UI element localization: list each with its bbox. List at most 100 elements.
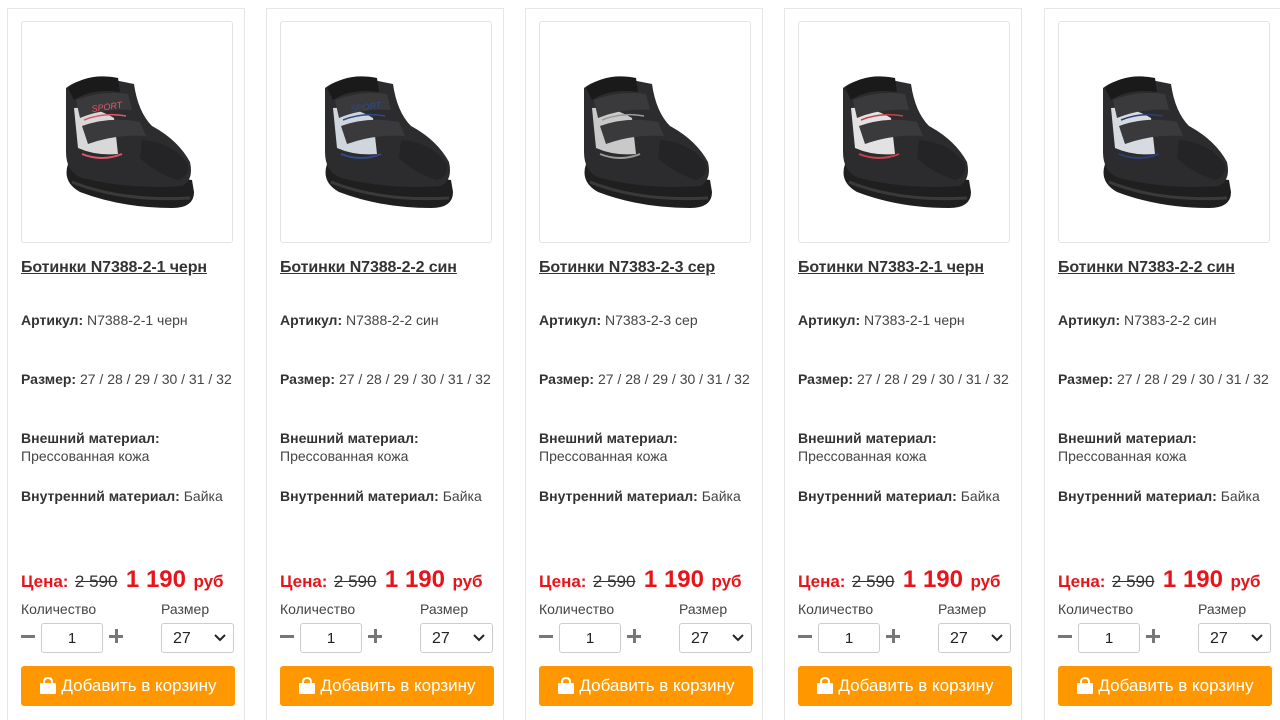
inner-material-label: Внутренний материал: <box>539 488 698 504</box>
inner-material-label: Внутренний материал: <box>280 488 439 504</box>
product-title[interactable]: Ботинки N7388-2-1 черн <box>21 259 243 277</box>
price-label: Цена: <box>280 572 328 591</box>
sizes-value: 27 / 28 / 29 / 30 / 31 / 32 <box>856 371 1009 387</box>
shopping-bag-icon <box>299 677 316 694</box>
new-price: 1 190 <box>643 566 704 593</box>
minus-icon[interactable] <box>539 635 553 638</box>
add-to-cart-label: Добавить в корзину <box>320 676 476 695</box>
product-price: Цена: 2 590 1 190 руб <box>539 566 742 594</box>
product-article: Артикул: N7383-2-1 черн <box>798 311 1014 329</box>
price-currency: руб <box>970 572 1001 591</box>
quantity-input[interactable] <box>818 623 880 653</box>
new-price: 1 190 <box>384 566 445 593</box>
product-title[interactable]: Ботинки N7388-2-2 син <box>280 259 502 277</box>
product-article: Артикул: N7383-2-3 сер <box>539 311 755 329</box>
product-image[interactable] <box>1058 21 1270 243</box>
product-sizes: Размер: 27 / 28 / 29 / 30 / 31 / 32 <box>798 370 1014 388</box>
add-to-cart-label: Добавить в корзину <box>579 676 735 695</box>
product-sizes: Размер: 27 / 28 / 29 / 30 / 31 / 32 <box>539 370 755 388</box>
size-select[interactable]: 27 <box>1198 623 1271 653</box>
product-title[interactable]: Ботинки N7383-2-2 син <box>1058 259 1280 277</box>
add-to-cart-label: Добавить в корзину <box>61 676 217 695</box>
quantity-input[interactable] <box>300 623 362 653</box>
shopping-bag-icon <box>1077 677 1094 694</box>
product-image[interactable]: SPORT <box>280 21 492 243</box>
product-outer-material: Внешний материал: Прессованная кожа <box>539 429 755 465</box>
add-to-cart-button[interactable]: Добавить в корзину <box>21 666 235 706</box>
product-sizes: Размер: 27 / 28 / 29 / 30 / 31 / 32 <box>280 370 496 388</box>
plus-icon[interactable] <box>1146 629 1160 643</box>
add-to-cart-button[interactable]: Добавить в корзину <box>539 666 753 706</box>
chevron-down-icon <box>473 634 485 642</box>
sizes-label: Размер: <box>1058 371 1114 387</box>
shopping-bag-icon <box>817 677 834 694</box>
old-price: 2 590 <box>592 572 636 591</box>
price-currency: руб <box>1230 572 1261 591</box>
product-title[interactable]: Ботинки N7383-2-3 сер <box>539 259 761 277</box>
product-outer-material: Внешний материал: Прессованная кожа <box>21 429 237 465</box>
minus-icon[interactable] <box>280 635 294 638</box>
product-title[interactable]: Ботинки N7383-2-1 черн <box>798 259 1020 277</box>
article-value: N7383-2-2 син <box>1124 312 1217 328</box>
quantity-input[interactable] <box>559 623 621 653</box>
sizes-value: 27 / 28 / 29 / 30 / 31 / 32 <box>79 371 232 387</box>
add-to-cart-label: Добавить в корзину <box>838 676 994 695</box>
size-select-label: Размер <box>1198 601 1247 617</box>
add-to-cart-button[interactable]: Добавить в корзину <box>798 666 1012 706</box>
sizes-value: 27 / 28 / 29 / 30 / 31 / 32 <box>1116 371 1269 387</box>
new-price: 1 190 <box>125 566 186 593</box>
size-select-value: 27 <box>173 630 191 647</box>
size-select-label: Размер <box>938 601 987 617</box>
size-select[interactable]: 27 <box>161 623 234 653</box>
outer-material-value: Прессованная кожа <box>1058 448 1187 464</box>
price-currency: руб <box>711 572 742 591</box>
old-price: 2 590 <box>74 572 118 591</box>
old-price: 2 590 <box>851 572 895 591</box>
inner-material-value: Байка <box>960 488 1000 504</box>
quantity-input[interactable] <box>1078 623 1140 653</box>
product-sizes: Размер: 27 / 28 / 29 / 30 / 31 / 32 <box>1058 370 1274 388</box>
add-to-cart-button[interactable]: Добавить в корзину <box>280 666 494 706</box>
boot-image <box>843 76 971 208</box>
plus-icon[interactable] <box>627 629 641 643</box>
product-outer-material: Внешний материал: Прессованная кожа <box>798 429 1014 465</box>
article-label: Артикул: <box>280 312 343 328</box>
plus-icon[interactable] <box>109 629 123 643</box>
outer-material-value: Прессованная кожа <box>798 448 927 464</box>
inner-material-label: Внутренний материал: <box>1058 488 1217 504</box>
product-image[interactable] <box>539 21 751 243</box>
product-image[interactable] <box>798 21 1010 243</box>
product-article: Артикул: N7388-2-2 син <box>280 311 496 329</box>
product-inner-material: Внутренний материал: Байка <box>539 487 755 505</box>
inner-material-value: Байка <box>1220 488 1260 504</box>
new-price: 1 190 <box>1162 566 1223 593</box>
add-to-cart-button[interactable]: Добавить в корзину <box>1058 666 1272 706</box>
product-image[interactable]: SPORT <box>21 21 233 243</box>
size-select[interactable]: 27 <box>679 623 752 653</box>
chevron-down-icon <box>1251 634 1263 642</box>
boot-image: SPORT <box>325 76 453 208</box>
product-price: Цена: 2 590 1 190 руб <box>1058 566 1261 594</box>
article-label: Артикул: <box>539 312 602 328</box>
product-outer-material: Внешний материал: Прессованная кожа <box>280 429 496 465</box>
minus-icon[interactable] <box>1058 635 1072 638</box>
add-to-cart-label: Добавить в корзину <box>1098 676 1254 695</box>
quantity-label: Количество <box>280 601 356 617</box>
outer-material-value: Прессованная кожа <box>280 448 409 464</box>
price-label: Цена: <box>21 572 69 591</box>
outer-material-label: Внешний материал: <box>21 430 160 446</box>
boot-image: SPORT <box>66 76 194 208</box>
plus-icon[interactable] <box>886 629 900 643</box>
minus-icon[interactable] <box>798 635 812 638</box>
quantity-input[interactable] <box>41 623 103 653</box>
article-label: Артикул: <box>21 312 84 328</box>
chevron-down-icon <box>732 634 744 642</box>
size-select[interactable]: 27 <box>420 623 493 653</box>
minus-icon[interactable] <box>21 635 35 638</box>
article-label: Артикул: <box>798 312 861 328</box>
plus-icon[interactable] <box>368 629 382 643</box>
product-article: Артикул: N7388-2-1 черн <box>21 311 237 329</box>
size-select[interactable]: 27 <box>938 623 1011 653</box>
boot-image <box>1103 76 1231 208</box>
sizes-value: 27 / 28 / 29 / 30 / 31 / 32 <box>597 371 750 387</box>
